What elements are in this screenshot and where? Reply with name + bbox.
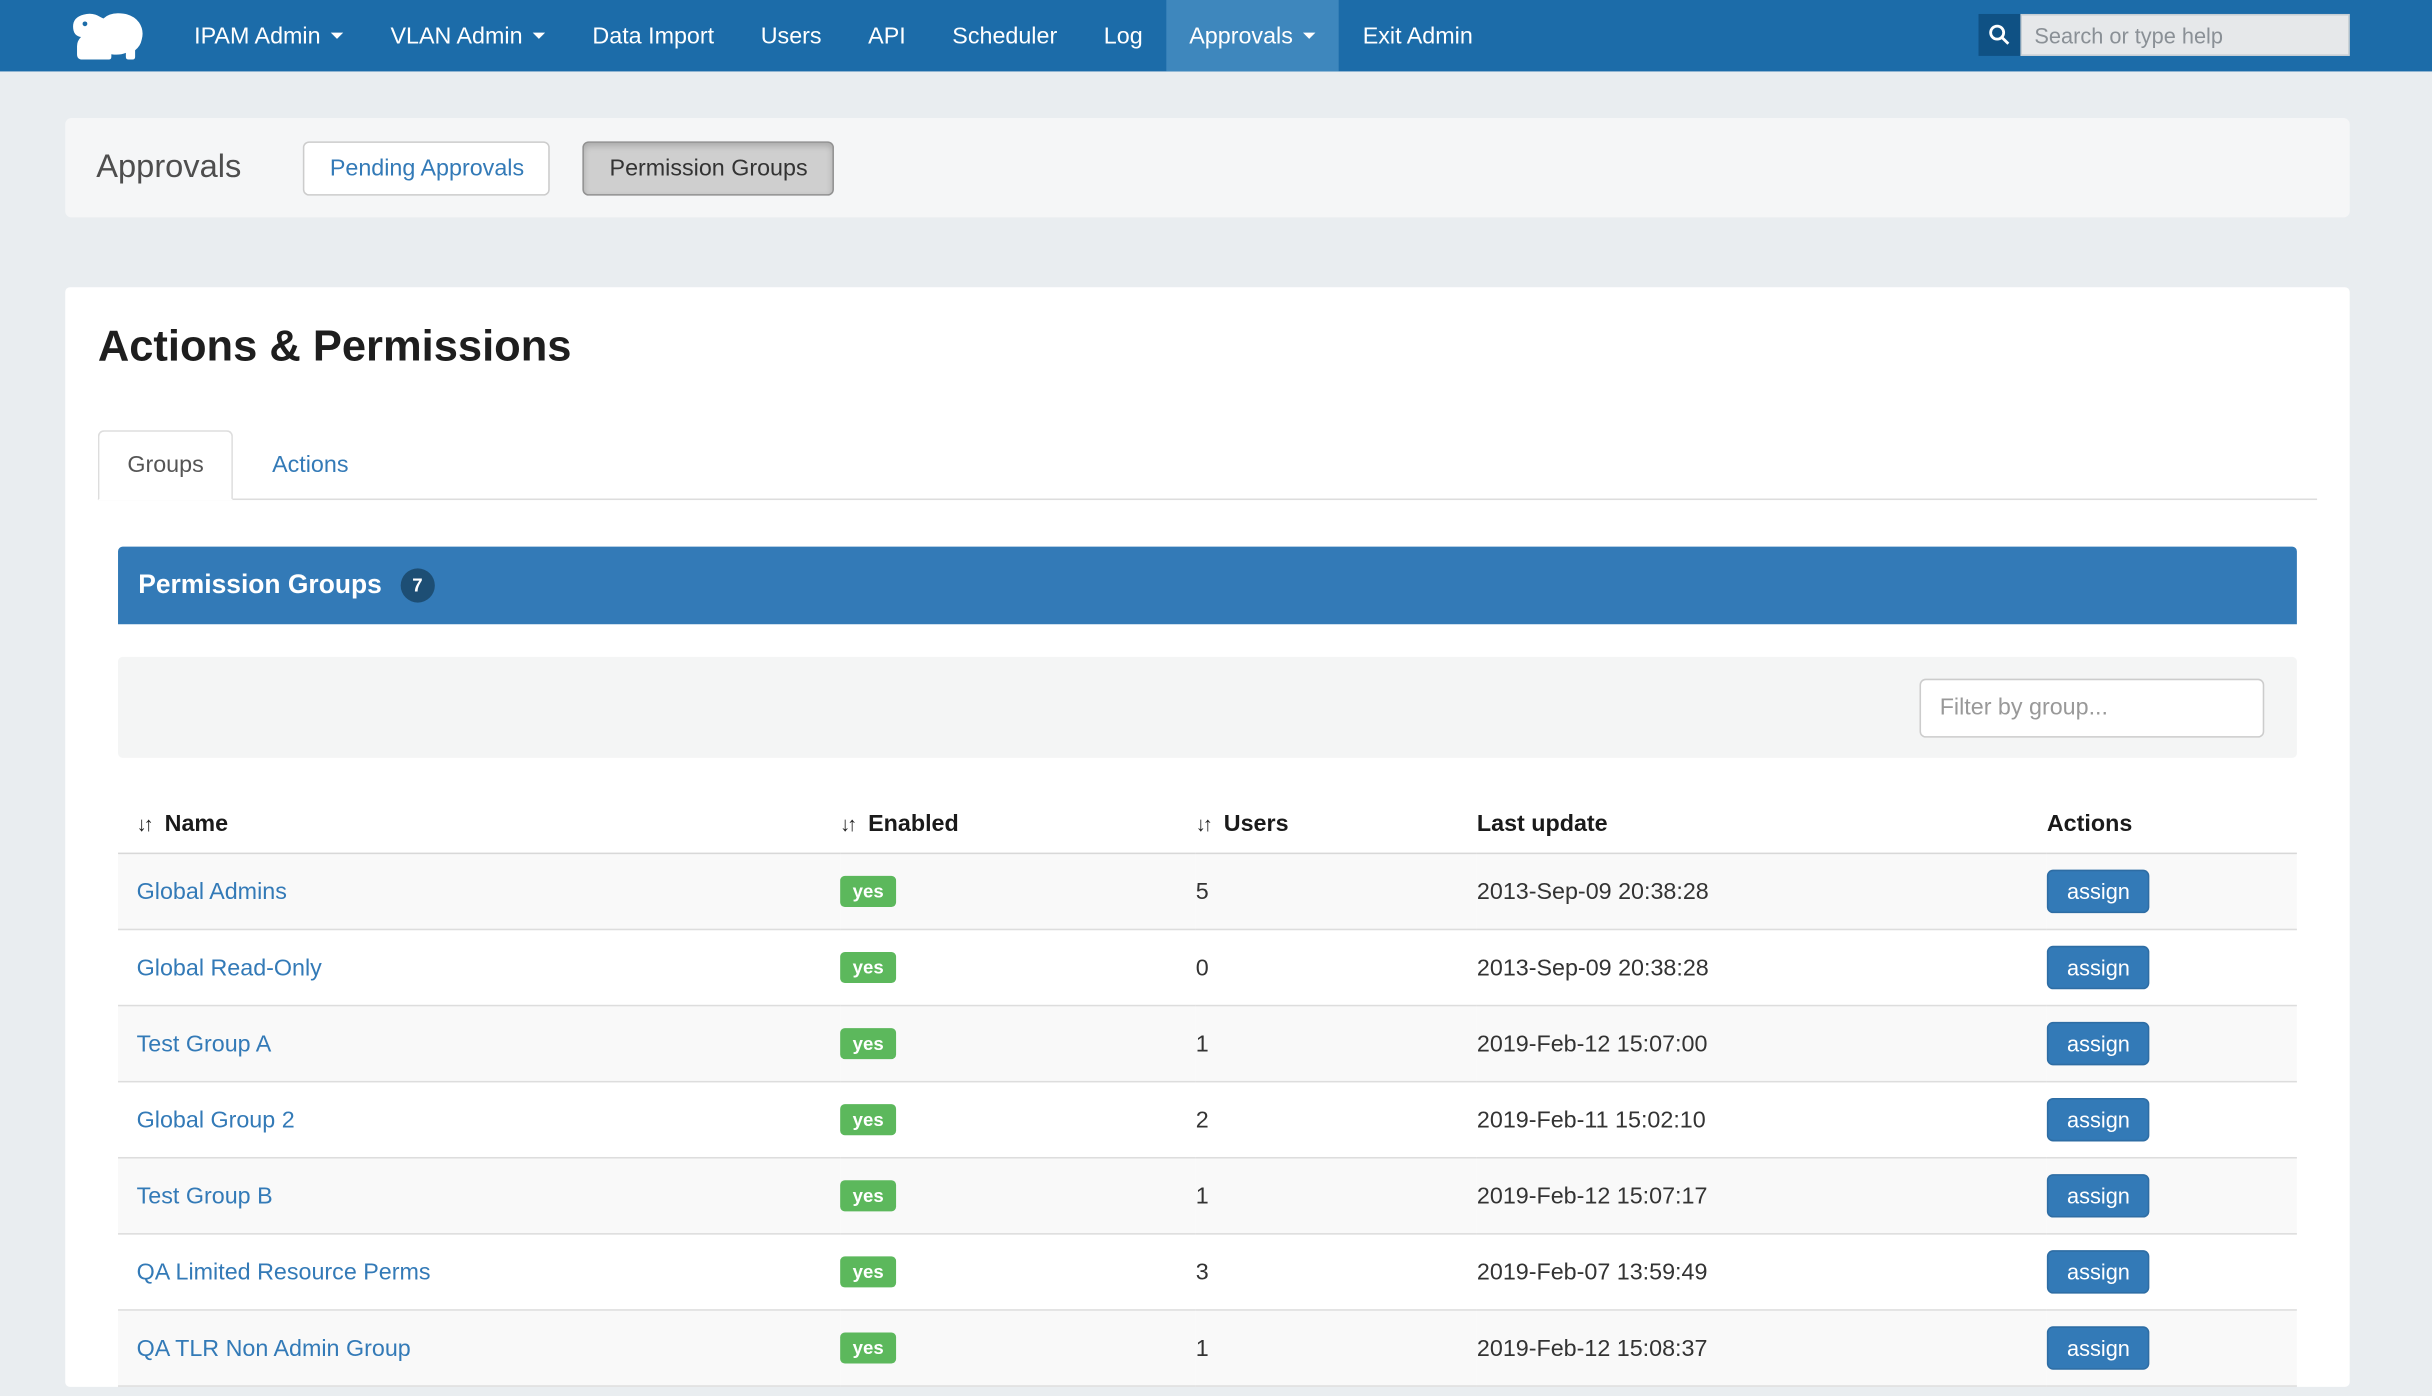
col-header-name: Name: [165, 811, 228, 837]
navbar-item-ipam-admin[interactable]: IPAM Admin: [171, 0, 367, 71]
sort-name-icon[interactable]: ↓↑: [137, 812, 151, 835]
groups-table-body: Global Admins yes 5 2013-Sep-09 20:38:28…: [118, 853, 2297, 1386]
assign-button[interactable]: assign: [2047, 1098, 2150, 1141]
group-name-link[interactable]: Test Group B: [137, 1183, 273, 1209]
navbar-item-label: Exit Admin: [1363, 23, 1473, 49]
last-update: 2019-Feb-12 15:08:37: [1477, 1310, 2047, 1386]
assign-button[interactable]: assign: [2047, 946, 2150, 989]
col-header-enabled: Enabled: [868, 811, 959, 837]
navbar-item-label: Data Import: [592, 23, 714, 49]
enabled-badge: yes: [840, 1256, 896, 1287]
table-row: Global Read-Only yes 0 2013-Sep-09 20:38…: [118, 929, 2297, 1005]
groups-table: ↓↑ Name ↓↑ Enabled ↓↑ Users Last update Act…: [118, 798, 2297, 1387]
navbar-item-label: VLAN Admin: [390, 23, 522, 49]
last-update: 2019-Feb-12 15:07:00: [1477, 1006, 2047, 1082]
navbar-item-approvals[interactable]: Approvals: [1166, 0, 1339, 71]
navbar-item-users[interactable]: Users: [737, 0, 844, 71]
group-name-link[interactable]: Global Read-Only: [137, 954, 322, 980]
group-name-link[interactable]: QA Limited Resource Perms: [137, 1259, 431, 1285]
table-row: Global Admins yes 5 2013-Sep-09 20:38:28…: [118, 853, 2297, 929]
phpipam-elephant-logo-icon[interactable]: [68, 0, 149, 71]
users-count: 1: [1196, 1158, 1477, 1234]
enabled-badge: yes: [840, 1180, 896, 1211]
last-update: 2019-Feb-07 13:59:49: [1477, 1234, 2047, 1310]
col-header-users: Users: [1224, 811, 1289, 837]
pending-approvals-button[interactable]: Pending Approvals: [303, 141, 550, 195]
navbar-item-scheduler[interactable]: Scheduler: [929, 0, 1080, 71]
filter-by-group-input[interactable]: [1920, 678, 2265, 737]
navbar-item-vlan-admin[interactable]: VLAN Admin: [367, 0, 569, 71]
enabled-badge: yes: [840, 1332, 896, 1363]
navbar-item-exit-admin[interactable]: Exit Admin: [1339, 0, 1496, 71]
last-update: 2019-Feb-12 15:07:17: [1477, 1158, 2047, 1234]
col-header-actions: Actions: [2047, 811, 2132, 837]
assign-button[interactable]: assign: [2047, 870, 2150, 913]
permission-groups-panel: Permission Groups 7 ↓↑ Name ↓↑ Enabled ↓↑ U…: [118, 547, 2297, 1387]
enabled-badge: yes: [840, 1028, 896, 1059]
navbar-menu: IPAM Admin VLAN Admin Data Import Users …: [171, 0, 1496, 71]
panel-title: Permission Groups: [138, 570, 382, 601]
permission-groups-button[interactable]: Permission Groups: [583, 141, 834, 195]
tab-bar: Groups Actions: [98, 430, 2317, 500]
page-title: Actions & Permissions: [98, 321, 2317, 371]
approvals-toolbar: Approvals Pending Approvals Permission G…: [65, 118, 2349, 217]
last-update: 2013-Sep-09 20:38:28: [1477, 929, 2047, 1005]
actions-permissions-card: Actions & Permissions Groups Actions Per…: [65, 287, 2349, 1387]
navbar-item-label: Approvals: [1189, 23, 1293, 49]
page: IPAM Admin VLAN Admin Data Import Users …: [0, 0, 2432, 1396]
last-update: 2019-Feb-11 15:02:10: [1477, 1082, 2047, 1158]
table-row: QA Limited Resource Perms yes 3 2019-Feb…: [118, 1234, 2297, 1310]
col-header-last-update: Last update: [1477, 811, 1608, 837]
last-update: 2013-Sep-09 20:38:28: [1477, 853, 2047, 929]
caret-down-icon: [1304, 33, 1316, 39]
table-row: Test Group A yes 1 2019-Feb-12 15:07:00 …: [118, 1006, 2297, 1082]
assign-button[interactable]: assign: [2047, 1250, 2150, 1293]
table-header-row: ↓↑ Name ↓↑ Enabled ↓↑ Users Last update Act…: [118, 798, 2297, 853]
navbar-item-log[interactable]: Log: [1080, 0, 1165, 71]
enabled-badge: yes: [840, 1104, 896, 1135]
navbar-item-data-import[interactable]: Data Import: [569, 0, 737, 71]
table-row: QA TLR Non Admin Group yes 1 2019-Feb-12…: [118, 1310, 2297, 1386]
assign-button[interactable]: assign: [2047, 1326, 2150, 1369]
navbar-item-label: Users: [761, 23, 822, 49]
users-count: 2: [1196, 1082, 1477, 1158]
users-count: 1: [1196, 1310, 1477, 1386]
filter-strip: [118, 657, 2297, 758]
users-count: 1: [1196, 1006, 1477, 1082]
sort-enabled-icon[interactable]: ↓↑: [840, 812, 854, 835]
assign-button[interactable]: assign: [2047, 1174, 2150, 1217]
enabled-badge: yes: [840, 876, 896, 907]
navbar-item-api[interactable]: API: [845, 0, 929, 71]
group-name-link[interactable]: Global Group 2: [137, 1107, 295, 1133]
group-name-link[interactable]: QA TLR Non Admin Group: [137, 1335, 411, 1361]
users-count: 3: [1196, 1234, 1477, 1310]
enabled-badge: yes: [840, 952, 896, 983]
search-icon[interactable]: [1979, 14, 2021, 56]
caret-down-icon: [331, 33, 343, 39]
users-count: 0: [1196, 929, 1477, 1005]
toolbar-title: Approvals: [96, 149, 241, 186]
tab-actions[interactable]: Actions: [233, 430, 387, 500]
search-input[interactable]: [2020, 14, 2349, 56]
table-row: Test Group B yes 1 2019-Feb-12 15:07:17 …: [118, 1158, 2297, 1234]
sort-users-icon[interactable]: ↓↑: [1196, 812, 1210, 835]
navbar-item-label: Scheduler: [952, 23, 1057, 49]
group-count-badge: 7: [400, 568, 434, 602]
caret-down-icon: [533, 33, 545, 39]
table-row: Global Group 2 yes 2 2019-Feb-11 15:02:1…: [118, 1082, 2297, 1158]
assign-button[interactable]: assign: [2047, 1022, 2150, 1065]
navbar-search: [1979, 14, 2350, 56]
navbar-item-label: API: [868, 23, 906, 49]
group-name-link[interactable]: Test Group A: [137, 1030, 272, 1056]
users-count: 5: [1196, 853, 1477, 929]
panel-heading: Permission Groups 7: [118, 547, 2297, 625]
tab-groups[interactable]: Groups: [98, 430, 233, 500]
top-navbar: IPAM Admin VLAN Admin Data Import Users …: [0, 0, 2432, 71]
navbar-item-label: IPAM Admin: [194, 23, 320, 49]
navbar-item-label: Log: [1104, 23, 1143, 49]
group-name-link[interactable]: Global Admins: [137, 878, 287, 904]
